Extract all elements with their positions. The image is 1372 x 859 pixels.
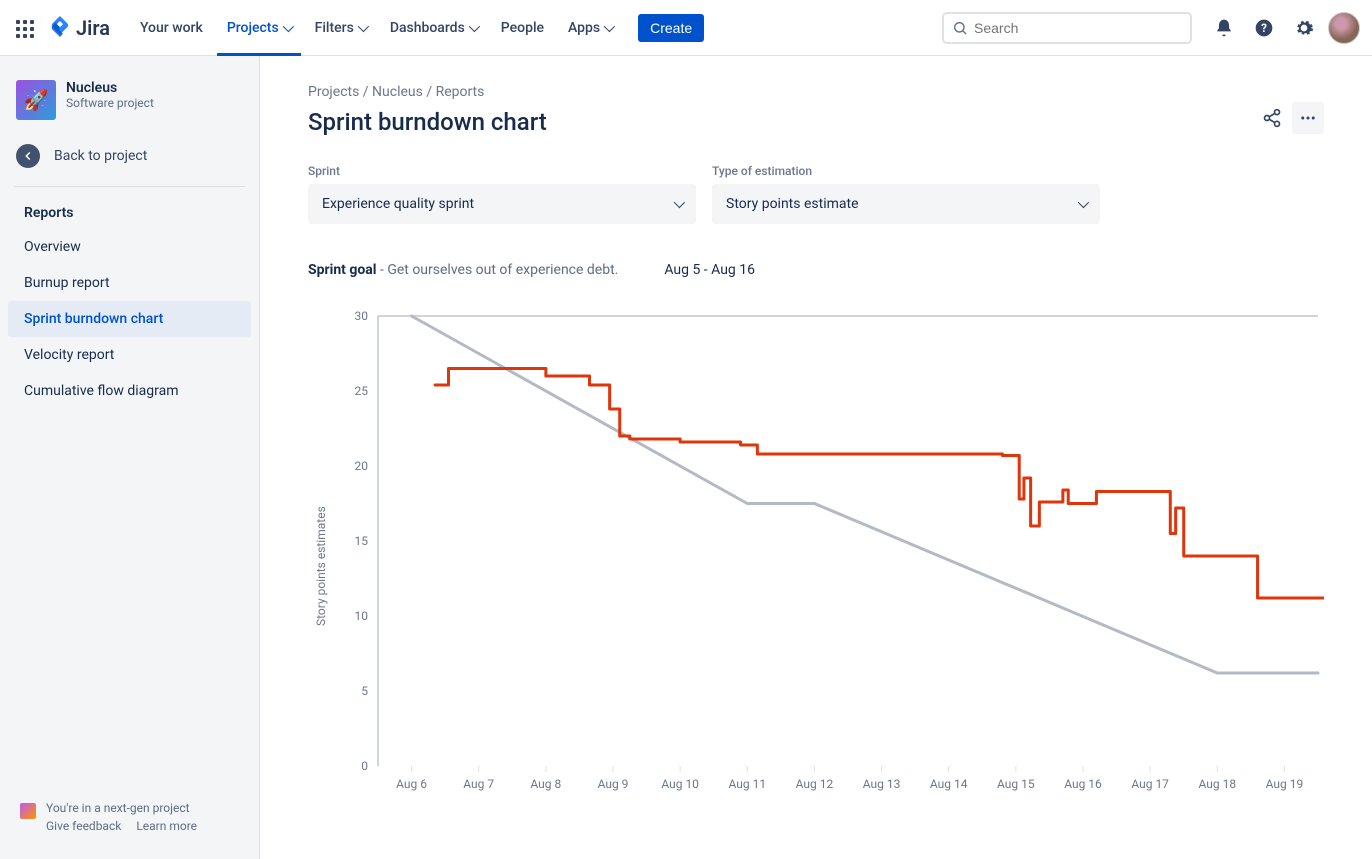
chevron-down-icon bbox=[469, 20, 480, 31]
footer-info-text: You're in a next-gen project bbox=[46, 801, 209, 815]
nav-item-dashboards[interactable]: Dashboards bbox=[380, 16, 487, 40]
search-icon bbox=[952, 20, 968, 36]
chevron-down-icon bbox=[674, 197, 685, 208]
search-field[interactable] bbox=[974, 20, 1182, 36]
sidebar-item-sprint-burndown-chart[interactable]: Sprint burndown chart bbox=[8, 301, 251, 337]
jira-logo-text: Jira bbox=[76, 16, 110, 40]
x-tick-label: Aug 12 bbox=[796, 777, 834, 791]
x-tick-label: Aug 10 bbox=[661, 777, 699, 791]
x-tick-label: Aug 6 bbox=[396, 777, 427, 791]
sidebar-section-reports[interactable]: Reports bbox=[8, 197, 251, 229]
x-tick-label: Aug 16 bbox=[1064, 777, 1102, 791]
back-arrow-icon bbox=[16, 144, 40, 168]
y-tick-label: 30 bbox=[355, 309, 369, 323]
nav-item-label: Dashboards bbox=[390, 20, 465, 36]
back-label: Back to project bbox=[54, 148, 147, 164]
search-input[interactable] bbox=[942, 12, 1192, 44]
estimation-select-value: Story points estimate bbox=[726, 196, 859, 212]
y-tick-label: 5 bbox=[361, 684, 368, 698]
sprint-select-value: Experience quality sprint bbox=[322, 196, 474, 212]
breadcrumb[interactable]: Projects / Nucleus / Reports bbox=[308, 84, 1324, 100]
sidebar-item-velocity-report[interactable]: Velocity report bbox=[8, 337, 251, 373]
nav-item-label: People bbox=[501, 20, 544, 36]
project-name: Nucleus bbox=[66, 80, 154, 96]
more-actions-button[interactable] bbox=[1292, 102, 1324, 134]
x-tick-label: Aug 18 bbox=[1198, 777, 1236, 791]
chevron-down-icon bbox=[282, 20, 293, 31]
nav-item-label: Filters bbox=[315, 20, 354, 36]
chevron-down-icon bbox=[358, 20, 369, 31]
sprint-date-range: Aug 5 - Aug 16 bbox=[664, 262, 755, 278]
x-tick-label: Aug 8 bbox=[530, 777, 561, 791]
notifications-icon[interactable] bbox=[1208, 12, 1240, 44]
nav-item-apps[interactable]: Apps bbox=[558, 16, 622, 40]
estimation-filter-label: Type of estimation bbox=[712, 164, 1100, 178]
project-type: Software project bbox=[66, 96, 154, 110]
nav-item-label: Projects bbox=[227, 20, 279, 36]
sprint-goal-text: - Get ourselves out of experience debt. bbox=[377, 262, 619, 278]
settings-icon[interactable] bbox=[1288, 12, 1320, 44]
nav-item-your-work[interactable]: Your work bbox=[130, 16, 213, 40]
chevron-down-icon bbox=[604, 20, 615, 31]
page-title: Sprint burndown chart bbox=[308, 108, 547, 136]
series-guideline bbox=[412, 316, 1318, 673]
jira-logo[interactable]: Jira bbox=[48, 16, 110, 40]
x-tick-label: Aug 9 bbox=[598, 777, 629, 791]
nav-item-people[interactable]: People bbox=[491, 16, 554, 40]
estimation-select[interactable]: Story points estimate bbox=[712, 184, 1100, 224]
svg-text:?: ? bbox=[1261, 21, 1267, 35]
help-icon[interactable]: ? bbox=[1248, 12, 1280, 44]
chart-y-axis-label: Story points estimates bbox=[308, 306, 328, 826]
x-tick-label: Aug 13 bbox=[863, 777, 901, 791]
nav-item-filters[interactable]: Filters bbox=[305, 16, 376, 40]
x-tick-label: Aug 19 bbox=[1266, 777, 1304, 791]
nav-item-projects[interactable]: Projects bbox=[217, 16, 301, 40]
sprint-select[interactable]: Experience quality sprint bbox=[308, 184, 696, 224]
y-tick-label: 15 bbox=[355, 534, 369, 548]
x-tick-label: Aug 7 bbox=[463, 777, 494, 791]
share-button[interactable] bbox=[1256, 102, 1288, 134]
learn-more-link[interactable]: Learn more bbox=[136, 819, 197, 833]
nav-item-label: Apps bbox=[568, 20, 600, 36]
chevron-down-icon bbox=[1078, 197, 1089, 208]
nextgen-icon bbox=[20, 803, 36, 819]
sidebar-item-cumulative-flow-diagram[interactable]: Cumulative flow diagram bbox=[8, 373, 251, 409]
x-tick-label: Aug 15 bbox=[997, 777, 1035, 791]
burndown-chart: 0 5 10 15 20 25 30 Aug 6 Aug 7 Aug 8 Aug 9 Aug 10 Au… bbox=[328, 306, 1324, 826]
project-icon: 🚀 bbox=[16, 80, 56, 120]
app-switcher-icon[interactable] bbox=[12, 16, 36, 40]
nav-item-label: Your work bbox=[140, 20, 203, 36]
create-button[interactable]: Create bbox=[638, 14, 704, 42]
x-tick-label: Aug 14 bbox=[930, 777, 968, 791]
y-tick-label: 25 bbox=[355, 384, 369, 398]
back-to-project-link[interactable]: Back to project bbox=[8, 134, 251, 178]
sidebar-item-burnup-report[interactable]: Burnup report bbox=[8, 265, 251, 301]
x-tick-label: Aug 17 bbox=[1131, 777, 1169, 791]
y-tick-label: 20 bbox=[355, 459, 369, 473]
y-tick-label: 10 bbox=[355, 609, 369, 623]
sidebar-item-overview[interactable]: Overview bbox=[8, 229, 251, 265]
user-avatar[interactable] bbox=[1328, 12, 1360, 44]
sprint-filter-label: Sprint bbox=[308, 164, 696, 178]
x-tick-label: Aug 11 bbox=[728, 777, 766, 791]
give-feedback-link[interactable]: Give feedback bbox=[46, 819, 121, 833]
y-tick-label: 0 bbox=[361, 759, 368, 773]
sprint-goal-label: Sprint goal bbox=[308, 262, 377, 278]
